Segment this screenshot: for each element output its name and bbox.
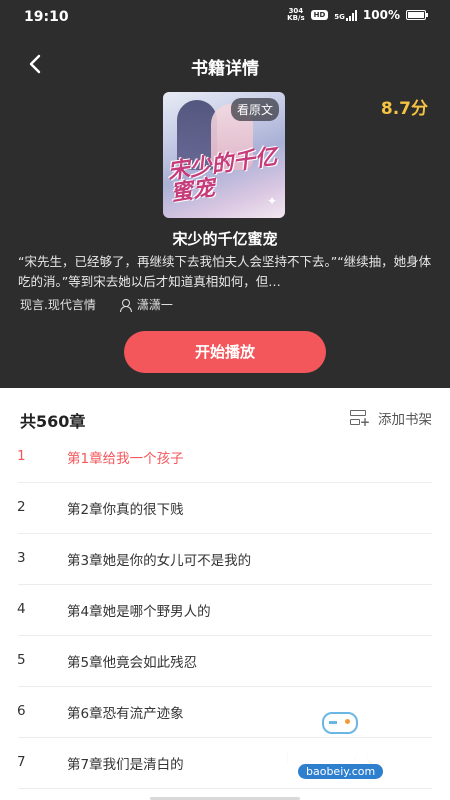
- chapter-title: 第7章我们是清白的: [67, 757, 184, 773]
- chapter-number: 7: [17, 754, 26, 770]
- chapter-title: 第2章你真的很下贱: [67, 502, 184, 518]
- chapter-number: 2: [17, 499, 26, 515]
- gamepad-icon: [322, 712, 358, 734]
- chapter-row[interactable]: 1 第1章给我一个孩子: [0, 432, 450, 483]
- site-watermark: 宝贝游戏网 baobeiy.com: [270, 712, 420, 782]
- chapter-title: 第1章给我一个孩子: [67, 451, 184, 467]
- chapter-number: 4: [17, 601, 26, 617]
- chapter-row[interactable]: 2 第2章你真的很下贱: [0, 483, 450, 534]
- chapter-row[interactable]: 5 第5章他竟会如此残忍: [0, 636, 450, 687]
- start-play-button[interactable]: 开始播放: [124, 331, 326, 373]
- chapter-number: 5: [17, 652, 26, 668]
- status-time: 19:10: [24, 9, 69, 25]
- chapter-title: 第3章她是你的女儿可不是我的: [67, 553, 252, 569]
- chapter-row[interactable]: 4 第4章她是哪个野男人的: [0, 585, 450, 636]
- battery-percent: 100%: [362, 8, 400, 22]
- book-score: 8.7分: [380, 99, 428, 119]
- chapter-title: 第5章他竟会如此残忍: [67, 655, 198, 671]
- chapter-count: 共560章: [20, 412, 86, 431]
- chapter-title: 第4章她是哪个野男人的: [67, 604, 211, 620]
- nav-bar: 书籍详情: [0, 44, 450, 84]
- watermark-url: baobeiy.com: [298, 764, 384, 779]
- person-icon: [119, 298, 132, 312]
- chapter-title: 第6章恐有流产迹象: [67, 706, 184, 722]
- author-name: 潇潇一: [136, 298, 173, 312]
- signal-icon: 5G: [334, 9, 357, 21]
- sparkle-icon: ✦: [266, 194, 277, 208]
- chapter-number: 3: [17, 550, 26, 566]
- battery-icon: [406, 10, 428, 20]
- book-summary[interactable]: “宋先生，已经够了，再继续下去我怕夫人会坚持不下去。”“继续抽，她身体吃的消。”…: [18, 252, 432, 292]
- add-to-shelf-label: 添加书架: [378, 412, 432, 428]
- view-original-badge[interactable]: 看原文: [230, 98, 279, 121]
- status-icons: 304 KB/s HD 5G 100%: [287, 7, 428, 22]
- book-cover[interactable]: 宋少的千亿蜜宠 看原文 ✦: [163, 92, 285, 218]
- status-bar: 19:10 304 KB/s HD 5G 100%: [0, 0, 450, 36]
- chapter-number: 1: [17, 448, 26, 464]
- chapter-row[interactable]: 3 第3章她是你的女儿可不是我的: [0, 534, 450, 585]
- page-title: 书籍详情: [191, 59, 259, 79]
- bookshelf-add-icon: +: [350, 410, 370, 428]
- book-meta: 现言.现代言情 潇潇一: [20, 296, 173, 313]
- chapter-number: 6: [17, 703, 26, 719]
- network-speed: 304 KB/s: [287, 7, 305, 22]
- book-author[interactable]: 潇潇一: [119, 296, 173, 313]
- hd-icon: HD: [310, 10, 329, 20]
- book-header-panel: 19:10 304 KB/s HD 5G 100% 书籍详情 宋少的千亿蜜宠 看…: [0, 0, 450, 388]
- add-to-shelf-button[interactable]: + 添加书架: [350, 408, 432, 428]
- book-category: 现言.现代言情: [20, 298, 96, 312]
- book-title: 宋少的千亿蜜宠: [172, 230, 278, 248]
